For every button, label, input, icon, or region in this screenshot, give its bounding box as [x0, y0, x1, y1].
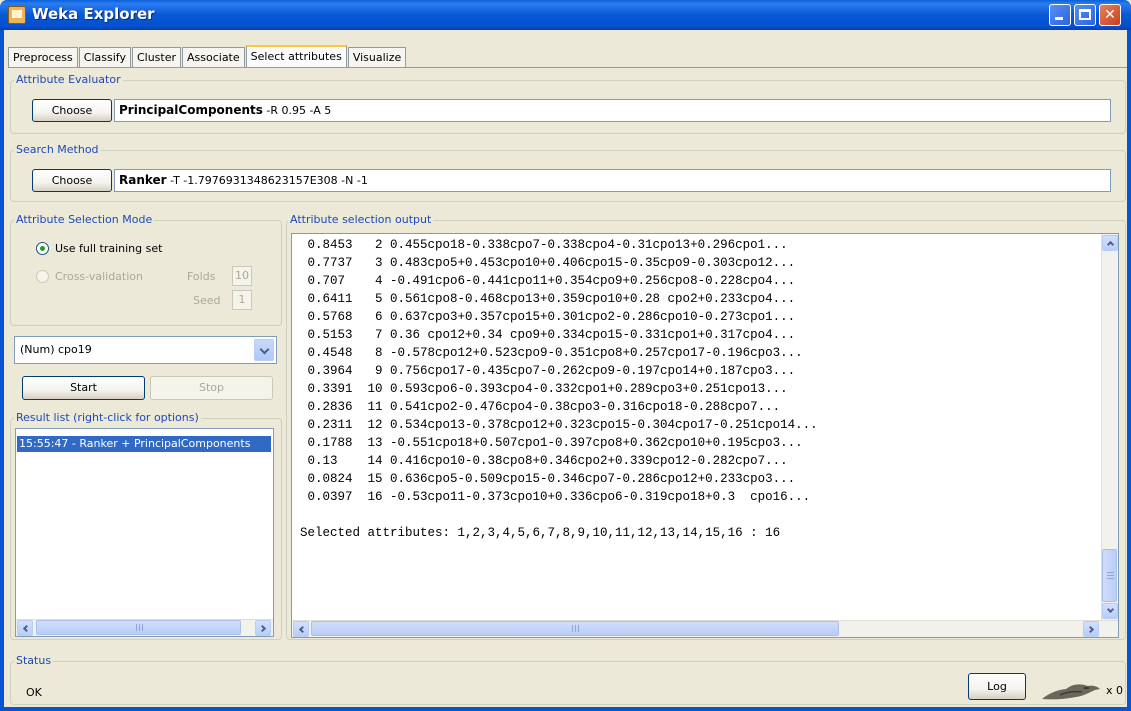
output-lines: 0.8453 2 0.455cpo18-0.338cpo7-0.338cpo4-…: [300, 236, 818, 542]
output-text-area[interactable]: 0.8453 2 0.455cpo18-0.338cpo7-0.338cpo4-…: [291, 233, 1119, 638]
tab-cluster[interactable]: Cluster: [131, 47, 181, 68]
start-button[interactable]: Start: [22, 376, 145, 400]
weka-app-icon: [8, 6, 26, 24]
output-line: 0.1788 13 -0.551cpo18+0.507cpo1-0.397cpo…: [300, 436, 803, 450]
grip: [575, 625, 576, 632]
full-training-radio[interactable]: [36, 242, 49, 255]
arrow-right-icon: [258, 624, 267, 633]
arrow-right-icon: [1086, 625, 1095, 634]
output-line: 0.13 14 0.416cpo10-0.38cpo8+0.346cpo2+0.…: [300, 454, 788, 468]
output-line: 0.3964 9 0.756cpo17-0.435cpo7-0.262cpo9-…: [300, 364, 796, 378]
output-line: 0.5768 6 0.637cpo3+0.357cpo15+0.301cpo2-…: [300, 310, 796, 324]
folds-input[interactable]: 10: [232, 266, 252, 286]
output-label: Attribute selection output: [288, 213, 434, 226]
scroll-left-button[interactable]: [293, 621, 309, 637]
log-button[interactable]: Log: [968, 673, 1026, 700]
scroll-thumb[interactable]: [1102, 549, 1117, 602]
seed-label: Seed: [193, 294, 221, 307]
output-hscrollbar[interactable]: [292, 620, 1118, 637]
window-title: Weka Explorer: [32, 5, 155, 23]
output-line: 0.2311 12 0.534cpo13-0.378cpo12+0.323cpo…: [300, 418, 818, 432]
tab-associate[interactable]: Associate: [182, 47, 245, 68]
search-choose-button[interactable]: Choose: [32, 169, 112, 192]
full-training-label: Use full training set: [55, 242, 163, 255]
arrow-up-icon: [1106, 240, 1115, 249]
task-count: x 0: [1106, 684, 1124, 697]
tab-preprocess[interactable]: Preprocess: [8, 47, 78, 68]
arrow-left-icon: [22, 624, 31, 633]
result-list[interactable]: 15:55:47 - Ranker + PrincipalComponents: [15, 428, 274, 637]
output-line: 0.0397 16 -0.53cpo11-0.373cpo10+0.336cpo…: [300, 490, 811, 504]
output-line: 0.707 4 -0.491cpo6-0.441cpo11+0.354cpo9+…: [300, 274, 796, 288]
selection-mode-label: Attribute Selection Mode: [14, 213, 155, 226]
grip: [136, 624, 137, 631]
maximize-icon: [1079, 9, 1091, 20]
seed-input[interactable]: 1: [232, 290, 252, 310]
grip: [1107, 575, 1114, 576]
tab-classify[interactable]: Classify: [78, 47, 131, 68]
result-list-label: Result list (right-click for options): [14, 411, 201, 424]
output-line: Selected attributes: 1,2,3,4,5,6,7,8,9,1…: [300, 526, 781, 540]
output-line: 0.5153 7 0.36 cpo12+0.34 cpo9+0.334cpo15…: [300, 328, 796, 342]
status-label: Status: [14, 654, 54, 667]
chevron-down-icon: [259, 344, 270, 355]
minimize-icon: [1055, 17, 1063, 20]
search-config-field[interactable]: Ranker -T -1.7976931348623157E308 -N -1: [114, 169, 1111, 192]
output-line: 0.0824 15 0.636cpo5-0.509cpo15-0.346cpo7…: [300, 472, 796, 486]
output-line: 0.3391 10 0.593cpo6-0.393cpo4-0.332cpo1+…: [300, 382, 788, 396]
tab-bar: Preprocess Classify Cluster Associate Se…: [8, 45, 407, 68]
cross-validation-label: Cross-validation: [55, 270, 143, 283]
search-name: Ranker: [119, 173, 167, 187]
weka-bird-icon[interactable]: [1040, 680, 1102, 702]
grip: [1107, 578, 1114, 579]
grip: [139, 624, 140, 631]
evaluator-choose-button[interactable]: Choose: [32, 99, 112, 122]
close-button[interactable]: ✕: [1099, 4, 1121, 26]
maximize-button[interactable]: [1074, 4, 1096, 26]
search-method-label: Search Method: [14, 143, 101, 156]
evaluator-name: PrincipalComponents: [119, 103, 263, 117]
output-vscrollbar[interactable]: [1101, 234, 1118, 621]
output-line: 0.2836 11 0.541cpo2-0.476cpo4-0.38cpo3-0…: [300, 400, 781, 414]
folds-label: Folds: [187, 270, 216, 283]
tab-divider: [8, 67, 1127, 68]
minimize-button[interactable]: [1049, 4, 1071, 26]
grip: [578, 625, 579, 632]
scroll-up-button[interactable]: [1102, 235, 1118, 251]
arrow-left-icon: [298, 625, 307, 634]
result-list-hscrollbar[interactable]: [16, 619, 273, 636]
cross-validation-radio[interactable]: [36, 270, 49, 283]
scroll-down-button[interactable]: [1102, 603, 1118, 619]
grip: [1107, 572, 1114, 573]
result-list-item[interactable]: 15:55:47 - Ranker + PrincipalComponents: [17, 436, 271, 452]
scroll-thumb[interactable]: [311, 621, 839, 636]
dropdown-button[interactable]: [254, 339, 274, 361]
grip: [572, 625, 573, 632]
scroll-left-button[interactable]: [17, 620, 33, 636]
class-attribute-select[interactable]: (Num) cpo19: [14, 336, 277, 364]
scroll-right-button[interactable]: [255, 620, 271, 636]
scroll-right-button[interactable]: [1083, 621, 1099, 637]
scroll-thumb[interactable]: [36, 620, 241, 635]
tab-select-attributes[interactable]: Select attributes: [245, 45, 347, 68]
class-attribute-value: (Num) cpo19: [20, 343, 92, 356]
evaluator-config-field[interactable]: PrincipalComponents -R 0.95 -A 5: [114, 99, 1111, 122]
search-options: -T -1.7976931348623157E308 -N -1: [170, 174, 368, 187]
tab-visualize[interactable]: Visualize: [347, 47, 407, 68]
title-bar[interactable]: Weka Explorer ✕: [0, 0, 1131, 30]
evaluator-options: -R 0.95 -A 5: [266, 104, 332, 117]
output-line: 0.6411 5 0.561cpo8-0.468cpo13+0.359cpo10…: [300, 292, 796, 306]
status-text: OK: [26, 686, 42, 699]
output-line: 0.4548 8 -0.578cpo12+0.523cpo9-0.351cpo8…: [300, 346, 803, 360]
status-group: [10, 661, 1126, 705]
output-line: 0.8453 2 0.455cpo18-0.338cpo7-0.338cpo4-…: [300, 238, 788, 252]
attribute-evaluator-label: Attribute Evaluator: [14, 73, 123, 86]
grip: [142, 624, 143, 631]
stop-button[interactable]: Stop: [150, 376, 273, 400]
close-icon: ✕: [1104, 7, 1116, 23]
arrow-down-icon: [1106, 605, 1115, 614]
output-line: 0.7737 3 0.483cpo5+0.453cpo10+0.406cpo15…: [300, 256, 796, 270]
